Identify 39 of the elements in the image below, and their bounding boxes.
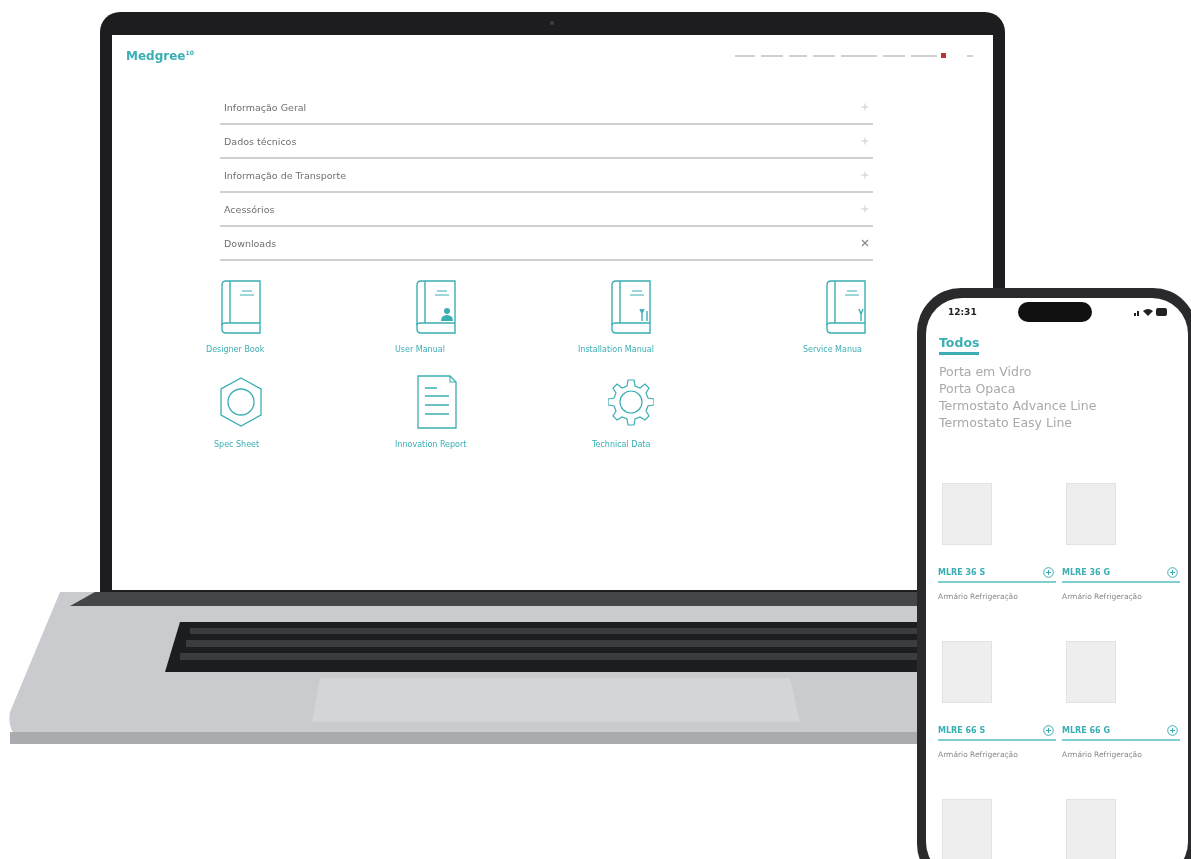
product-name[interactable]: MLRE 66 G — [1062, 726, 1110, 735]
category-tab[interactable]: Porta em Vidro — [939, 363, 1032, 380]
product-name[interactable]: MLRE 66 S — [938, 726, 986, 735]
accordion-header[interactable]: Informação de Transporte — [220, 159, 873, 193]
status-icons — [1134, 307, 1168, 317]
logo[interactable]: Medgree$^{10}$ — [126, 49, 194, 63]
accordion-header[interactable]: Informação Geral — [220, 91, 873, 125]
download-link[interactable]: Innovation Report — [395, 440, 467, 449]
add-circle-icon[interactable] — [1043, 567, 1054, 578]
add-circle-icon[interactable] — [1043, 725, 1054, 736]
photo-placeholder — [942, 641, 992, 703]
photo-placeholder — [942, 483, 992, 545]
book-person-icon[interactable] — [413, 279, 459, 335]
category-tab[interactable]: Termostato Easy Line — [939, 414, 1073, 431]
photo-placeholder — [1066, 799, 1116, 859]
photo-placeholder — [942, 799, 992, 859]
book-icon[interactable] — [218, 279, 264, 335]
add-circle-icon[interactable] — [1167, 567, 1178, 578]
category-tab[interactable]: Todos — [939, 334, 980, 355]
book-tools-icon[interactable] — [608, 279, 654, 335]
accordion-header[interactable]: Acessórios — [220, 193, 873, 227]
status-time: 12:31 — [948, 307, 977, 317]
photo-placeholder — [1066, 641, 1116, 703]
download-link[interactable]: Technical Data — [592, 440, 651, 449]
product-name[interactable]: MLRE 36 S — [938, 568, 986, 577]
accordion-header[interactable]: Dados técnicos — [220, 125, 873, 159]
add-circle-icon[interactable] — [1167, 725, 1178, 736]
download-link[interactable]: Designer Book — [206, 345, 265, 354]
book-wrench-icon[interactable] — [823, 279, 869, 335]
photo-placeholder — [1066, 483, 1116, 545]
download-link[interactable]: User Manual — [395, 345, 445, 354]
product-name[interactable]: MLRE 36 G — [1062, 568, 1110, 577]
camera-icon — [550, 21, 554, 25]
download-link[interactable]: Installation Manual — [578, 345, 654, 354]
accordion-header[interactable]: Downloads — [220, 227, 873, 261]
category-tab[interactable]: Porta Opaca — [939, 380, 1016, 397]
category-tab[interactable]: Termostato Advance Line — [939, 397, 1097, 414]
download-link[interactable]: Spec Sheet — [214, 440, 260, 449]
download-link[interactable]: Service Manua — [803, 345, 862, 354]
